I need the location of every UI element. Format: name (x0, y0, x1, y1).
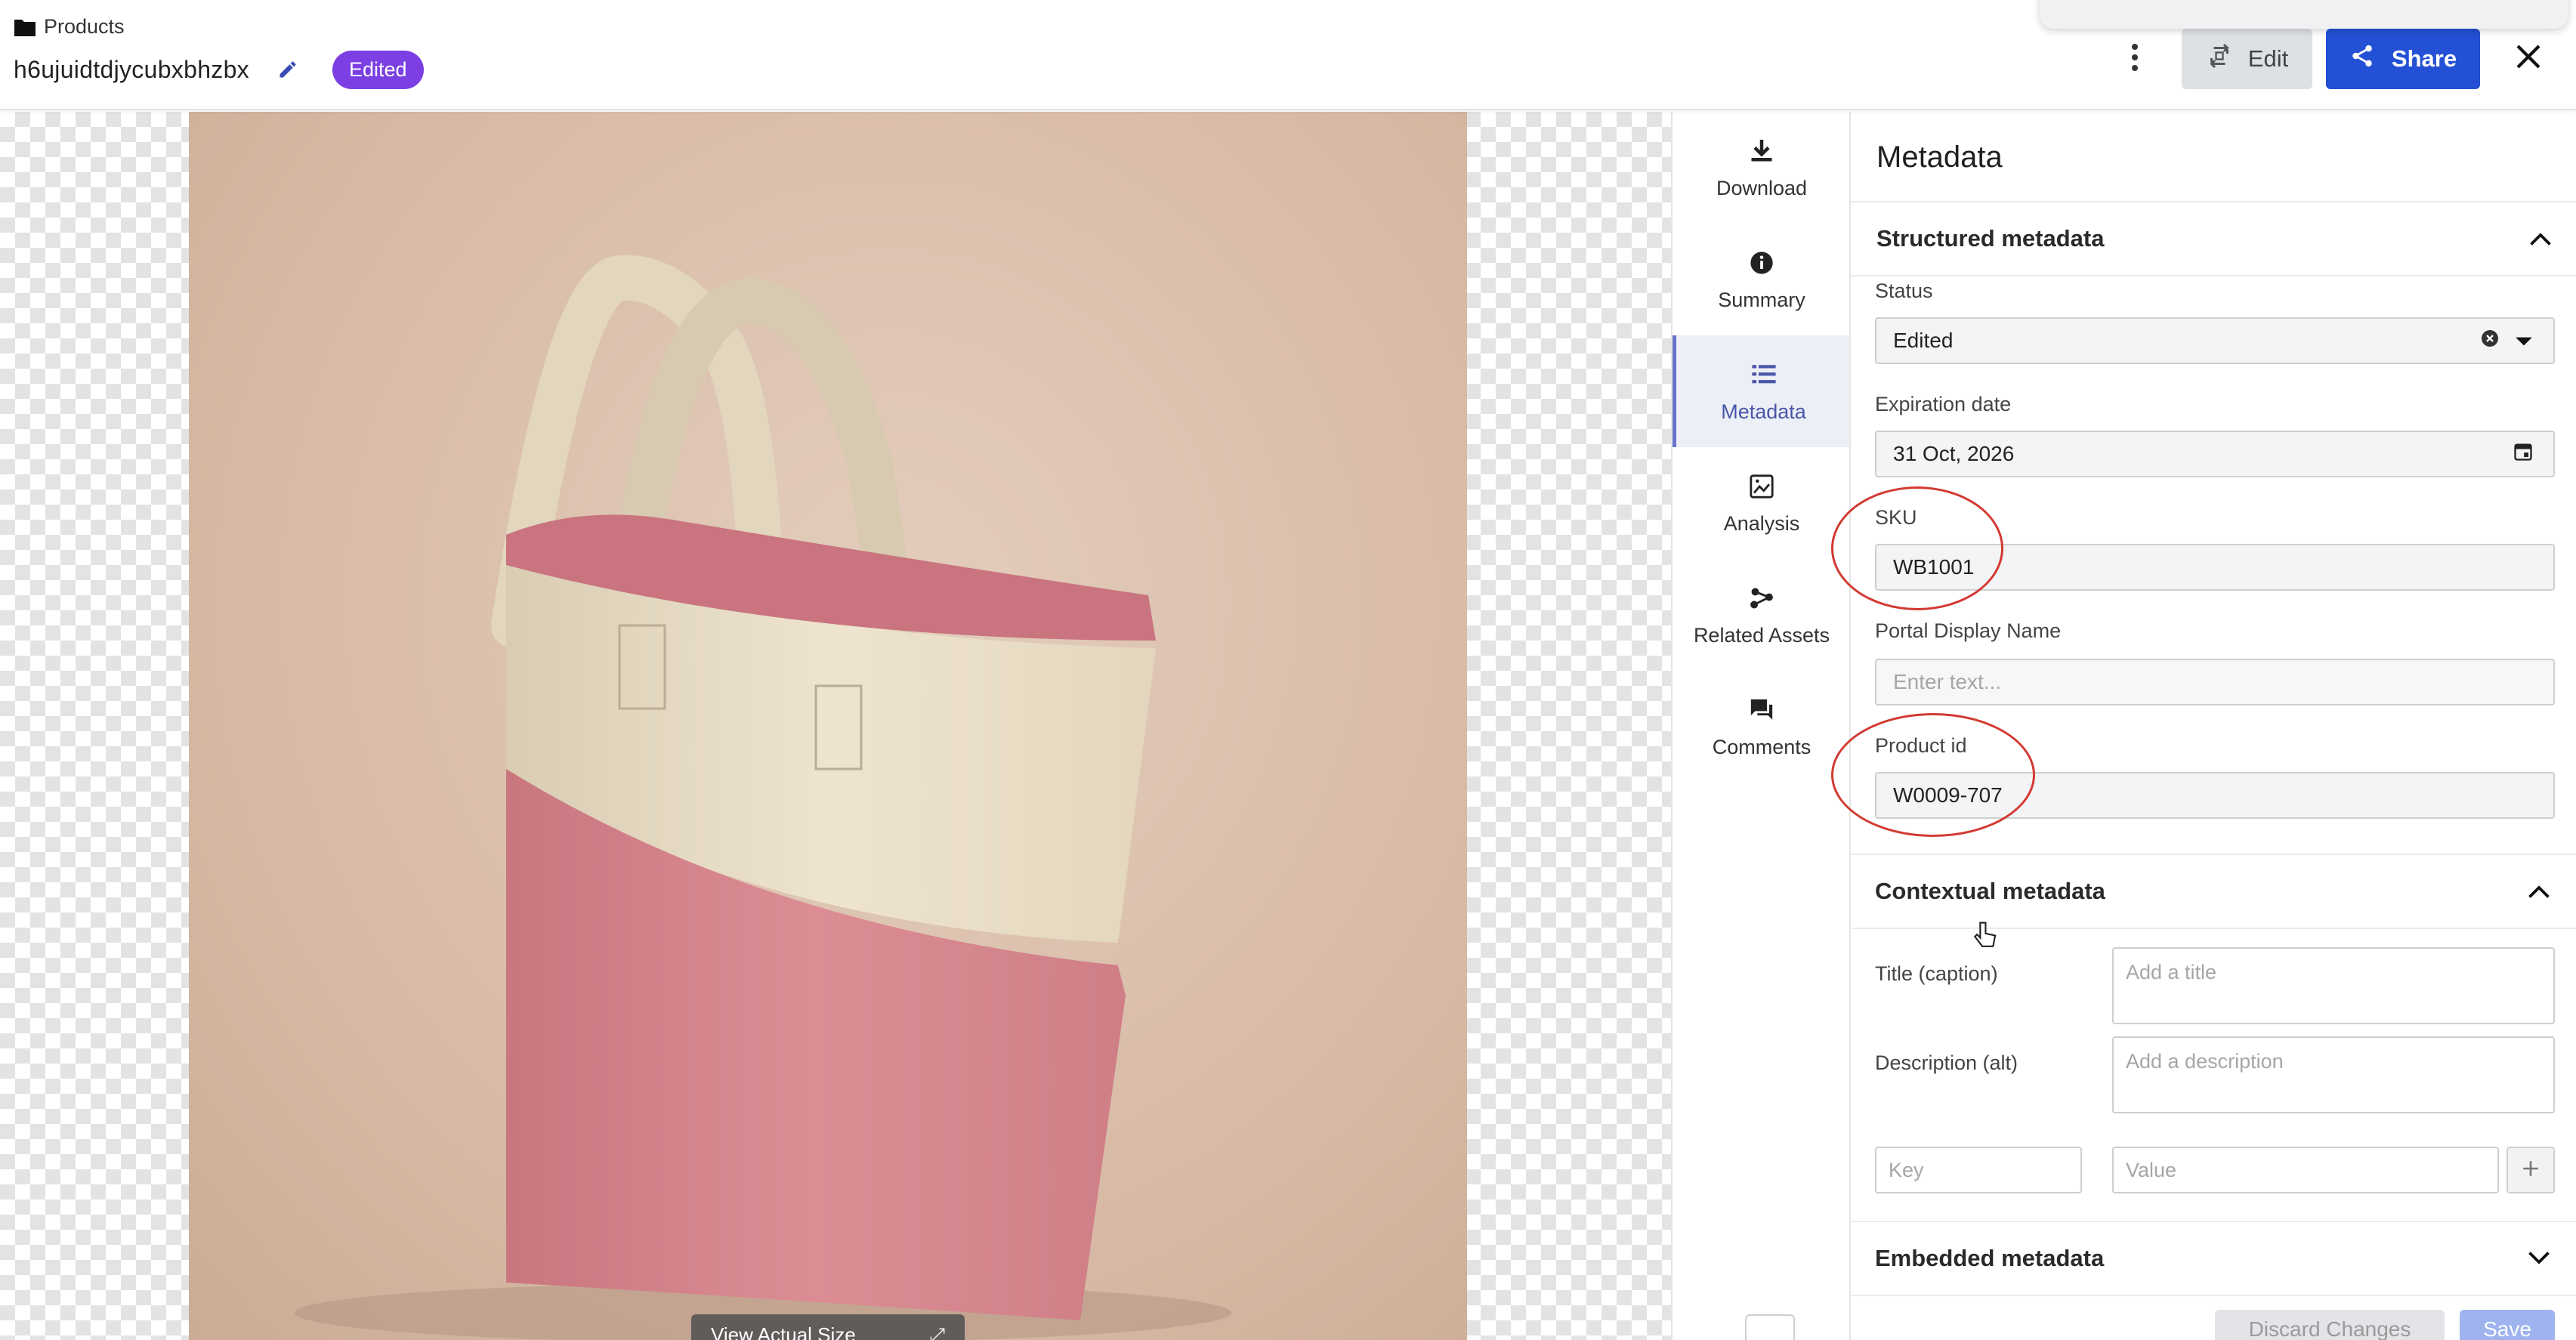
chevron-down-icon[interactable] (2514, 329, 2534, 353)
clear-icon[interactable] (2481, 329, 2499, 353)
expiration-date-field[interactable]: 31 Oct, 2026 (1875, 431, 2555, 477)
edit-button[interactable]: Edit (2182, 29, 2312, 89)
title-caption-placeholder: Add a title (2126, 961, 2217, 983)
value-input[interactable]: Value (2112, 1147, 2499, 1193)
sku-value: WB1001 (1893, 555, 1975, 579)
product-image (189, 112, 1467, 1340)
plus-icon (2521, 1159, 2540, 1182)
nav-comments-label: Comments (1712, 735, 1812, 758)
value-placeholder: Value (2126, 1158, 2177, 1181)
view-actual-size-button[interactable]: View Actual Size ⤢ (691, 1314, 965, 1340)
edit-sync-icon (2206, 42, 2233, 76)
nav-analysis[interactable]: Analysis (1673, 447, 1851, 559)
analysis-icon (1747, 471, 1777, 502)
nav-related-assets[interactable]: Related Assets (1673, 559, 1851, 671)
nav-metadata-label: Metadata (1721, 400, 1806, 423)
download-icon (1747, 136, 1777, 166)
description-alt-placeholder: Add a description (2126, 1050, 2284, 1073)
asset-title-row: h6ujuidtdjycubxbhzbx Edited (14, 48, 424, 91)
portal-display-name-field[interactable]: Enter text... (1875, 659, 2555, 706)
chevron-up-icon (2529, 225, 2552, 252)
status-select[interactable]: Edited (1875, 317, 2555, 364)
description-alt-textarea[interactable]: Add a description (2112, 1036, 2555, 1113)
expiration-date-label: Expiration date (1875, 393, 2012, 415)
chevron-up-icon (2528, 878, 2550, 905)
product-id-value: W0009-707 (1893, 783, 2003, 807)
sku-field[interactable]: WB1001 (1875, 544, 2555, 591)
info-icon (1747, 248, 1777, 278)
share-icon (2349, 43, 2375, 75)
add-key-value-button[interactable] (2507, 1147, 2555, 1193)
title-caption-label: Title (caption) (1875, 962, 1998, 985)
nav-metadata[interactable]: Metadata (1673, 335, 1851, 447)
folder-icon (14, 17, 36, 37)
nav-download-label: Download (1716, 176, 1808, 199)
structured-metadata-title: Structured metadata (1876, 225, 2105, 252)
list-icon (1749, 360, 1779, 390)
nav-related-label: Related Assets (1693, 623, 1830, 647)
chevron-down-icon (2528, 1245, 2550, 1272)
notification-toast (2040, 0, 2568, 29)
expiration-date-value: 31 Oct, 2026 (1893, 442, 2015, 465)
nav-comments[interactable]: Comments (1673, 671, 1851, 783)
title-caption-textarea[interactable]: Add a title (2112, 947, 2555, 1024)
structured-metadata-header[interactable]: Structured metadata (1851, 201, 2576, 276)
comments-icon (1747, 695, 1777, 725)
contextual-metadata-title: Contextual metadata (1875, 878, 2105, 904)
sku-label: SKU (1875, 506, 1917, 529)
key-placeholder: Key (1889, 1158, 1924, 1181)
nav-summary[interactable]: Summary (1673, 224, 1851, 335)
embedded-metadata-header[interactable]: Embedded metadata (1849, 1221, 2576, 1296)
share-button[interactable]: Share (2326, 29, 2480, 89)
edit-button-label: Edit (2247, 45, 2289, 72)
panel-title: Metadata (1876, 140, 2003, 174)
product-id-label: Product id (1875, 734, 1967, 757)
portal-display-name-placeholder: Enter text... (1893, 670, 2002, 693)
expand-icon: ⤢ (929, 1323, 945, 1340)
share-button-label: Share (2391, 45, 2457, 72)
nav-summary-label: Summary (1718, 288, 1805, 311)
portal-display-name-label: Portal Display Name (1875, 619, 2062, 642)
nav-download[interactable]: Download (1673, 112, 1851, 224)
nav-analysis-label: Analysis (1723, 511, 1800, 535)
embedded-metadata-title: Embedded metadata (1875, 1245, 2105, 1271)
side-nav: Download Summary Metadata Analysis Relat… (1671, 112, 1851, 1340)
related-icon (1747, 583, 1777, 613)
collapse-panel-button[interactable] (1745, 1314, 1795, 1340)
close-icon[interactable] (2505, 33, 2552, 80)
breadcrumb-label[interactable]: Products (44, 15, 125, 39)
cursor-hand-icon (1972, 920, 1997, 957)
description-alt-label: Description (alt) (1875, 1051, 2018, 1074)
more-options-icon[interactable] (2117, 33, 2153, 82)
product-id-field[interactable]: W0009-707 (1875, 772, 2555, 819)
discard-changes-button[interactable]: Discard Changes (2215, 1310, 2445, 1340)
calendar-icon[interactable] (2513, 441, 2534, 468)
asset-name: h6ujuidtdjycubxbhzbx (14, 55, 249, 83)
status-value: Edited (1893, 329, 1954, 352)
image-viewer: View Actual Size ⤢ (0, 112, 1671, 1340)
pencil-icon[interactable] (275, 57, 301, 82)
status-badge: Edited (332, 50, 424, 89)
contextual-metadata-header[interactable]: Contextual metadata (1849, 854, 2576, 929)
breadcrumb[interactable]: Products (14, 15, 125, 39)
view-actual-label: View Actual Size (711, 1323, 856, 1340)
status-label: Status (1875, 279, 1933, 302)
discard-changes-label: Discard Changes (2248, 1317, 2411, 1340)
save-label: Save (2483, 1317, 2531, 1340)
key-input[interactable]: Key (1875, 1147, 2082, 1193)
save-button[interactable]: Save (2460, 1310, 2555, 1340)
